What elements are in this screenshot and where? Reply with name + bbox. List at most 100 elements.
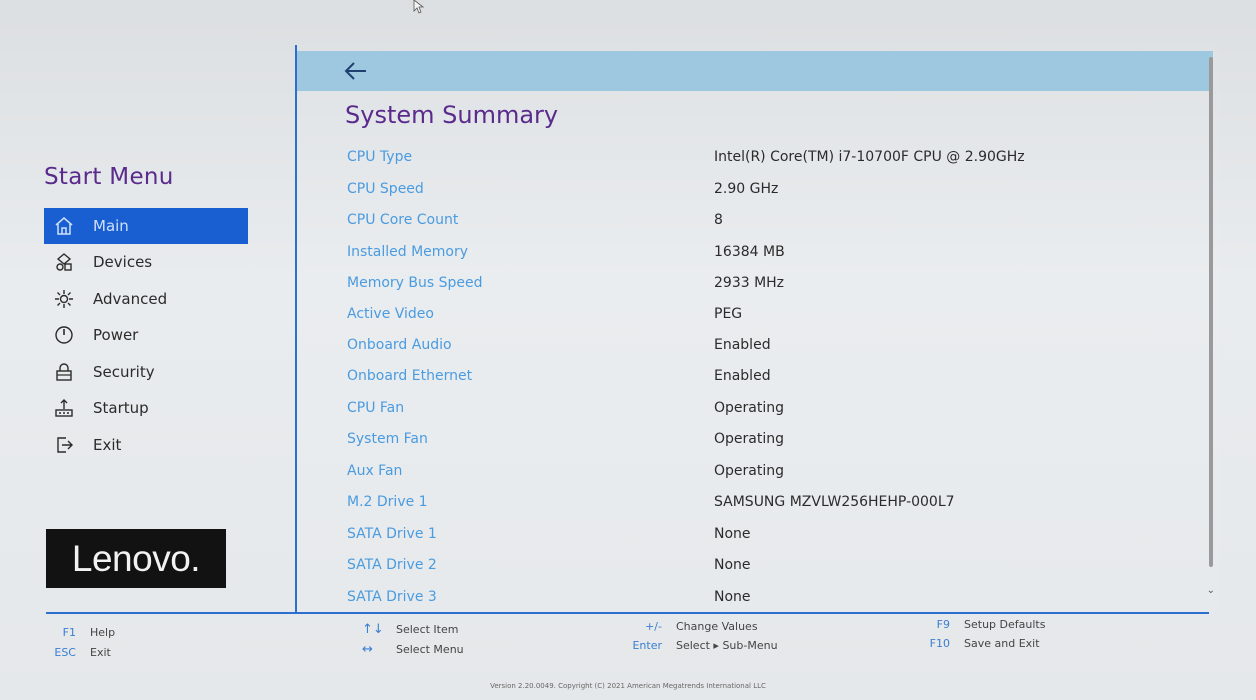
list-item[interactable]: Installed Memory 16384 MB <box>297 244 1197 268</box>
sidebar-menu: Main Devices Advanced Power Security Sta… <box>44 208 248 463</box>
hotkey-desc: Change Values <box>676 620 758 633</box>
row-label: Onboard Ethernet <box>347 368 473 384</box>
list-item[interactable]: Onboard Audio Enabled <box>297 337 1197 361</box>
row-value: Enabled <box>714 337 771 353</box>
list-item[interactable]: CPU Speed 2.90 GHz <box>297 181 1197 205</box>
lock-icon <box>53 361 75 383</box>
hotkey-sub-menu: Enter Select ▸ Sub-Menu <box>628 639 778 652</box>
sidebar-item-label: Security <box>93 362 155 381</box>
sidebar-item-devices[interactable]: Devices <box>44 244 248 281</box>
hotkey-desc: Select Menu <box>396 643 464 656</box>
row-label: Installed Memory <box>347 243 469 260</box>
row-label: CPU Type <box>347 149 413 165</box>
sidebar-item-power[interactable]: Power <box>44 317 248 354</box>
sidebar-item-startup[interactable]: Startup <box>44 390 248 427</box>
footer-divider <box>46 612 1209 614</box>
sidebar-item-label: Devices <box>93 253 153 272</box>
row-label: CPU Fan <box>347 399 405 416</box>
panel-header <box>297 51 1213 91</box>
list-item[interactable]: M.2 Drive 1 SAMSUNG MZVLW256HEHP-000L7 <box>297 494 1197 518</box>
left-right-arrows-icon: ↔ <box>362 642 373 657</box>
mouse-cursor-icon <box>413 0 425 14</box>
hotkey-desc: Exit <box>90 646 111 659</box>
row-label: Onboard Audio <box>347 337 452 353</box>
hotkey-select-item: ↑↓ Select Item <box>362 622 458 637</box>
list-item[interactable]: System Fan Operating <box>297 431 1197 455</box>
hotkey-key: F1 <box>62 626 76 639</box>
row-value: SAMSUNG MZVLW256HEHP-000L7 <box>714 494 955 510</box>
page-title: System Summary <box>345 101 559 129</box>
list-item[interactable]: SATA Drive 3 None <box>297 589 1197 609</box>
list-item[interactable]: Onboard Ethernet Enabled <box>297 368 1197 392</box>
row-label: System Fan <box>347 431 428 447</box>
hotkey-save-exit: F10 Save and Exit <box>916 637 1040 650</box>
power-icon <box>53 324 75 346</box>
back-arrow-icon[interactable] <box>343 59 369 83</box>
sidebar-item-label: Startup <box>93 399 149 418</box>
sidebar-item-label: Main <box>93 217 129 235</box>
lenovo-logo: Lenovo. <box>46 529 226 588</box>
scrollbar[interactable] <box>1209 57 1213 567</box>
row-value: 2933 MHz <box>714 275 785 291</box>
hotkey-help: F1 Help <box>42 626 115 639</box>
row-label: SATA Drive 1 <box>347 525 437 542</box>
hotkey-key: F10 <box>929 637 950 650</box>
row-value: 8 <box>714 212 723 228</box>
row-value: Operating <box>714 462 784 479</box>
sidebar: Start Menu Main Devices Advanced Power S… <box>0 0 296 612</box>
row-value: 2.90 GHz <box>714 180 779 197</box>
row-value: 16384 MB <box>714 243 785 260</box>
hotkey-desc: Select Item <box>396 623 459 636</box>
hotkey-key: F9 <box>936 618 950 631</box>
sidebar-item-exit[interactable]: Exit <box>44 427 248 464</box>
sidebar-item-label: Exit <box>93 435 122 454</box>
row-label: M.2 Drive 1 <box>347 494 428 510</box>
devices-icon <box>53 251 75 273</box>
list-item[interactable]: CPU Type Intel(R) Core(TM) i7-10700F CPU … <box>297 149 1197 173</box>
list-item[interactable]: SATA Drive 1 None <box>297 526 1197 550</box>
hotkey-key: +/- <box>645 620 662 633</box>
hotkey-key: Enter <box>632 639 662 652</box>
hotkey-change-values: +/- Change Values <box>628 620 758 633</box>
sidebar-item-main[interactable]: Main <box>44 208 248 244</box>
row-label: SATA Drive 3 <box>347 588 437 605</box>
system-summary-panel: System Summary CPU Type Intel(R) Core(TM)… <box>295 45 1219 612</box>
row-value: None <box>714 525 751 542</box>
list-item[interactable]: CPU Core Count 8 <box>297 212 1197 236</box>
row-value: Enabled <box>714 368 771 384</box>
row-label: CPU Speed <box>347 180 424 197</box>
row-label: SATA Drive 2 <box>347 557 437 573</box>
list-item[interactable]: SATA Drive 2 None <box>297 557 1197 581</box>
start-menu-title: Start Menu <box>44 164 174 190</box>
hotkey-select-menu: ↔ Select Menu <box>362 642 464 657</box>
list-item[interactable]: Memory Bus Speed 2933 MHz <box>297 275 1197 299</box>
row-value: None <box>714 557 751 573</box>
list-item[interactable]: Aux Fan Operating <box>297 463 1197 487</box>
hotkey-exit: ESC Exit <box>42 646 111 659</box>
hotkey-key: ESC <box>54 646 76 659</box>
startup-icon <box>53 397 75 419</box>
sidebar-item-label: Power <box>93 326 139 345</box>
sidebar-item-security[interactable]: Security <box>44 354 248 391</box>
home-icon <box>53 215 75 237</box>
logo-text: Lenovo. <box>71 537 201 579</box>
list-item[interactable]: Active Video PEG <box>297 306 1197 330</box>
row-value: Operating <box>714 431 784 447</box>
sidebar-item-advanced[interactable]: Advanced <box>44 281 248 318</box>
row-label: CPU Core Count <box>347 212 459 228</box>
list-item[interactable]: CPU Fan Operating <box>297 400 1197 424</box>
hotkey-desc: Select ▸ Sub-Menu <box>676 639 778 652</box>
sidebar-item-label: Advanced <box>93 289 168 308</box>
up-down-arrows-icon: ↑↓ <box>362 622 384 637</box>
hotkey-footer: F1 Help ESC Exit ↑↓ Select Item ↔ Select… <box>0 618 1256 700</box>
row-label: Aux Fan <box>347 462 403 479</box>
row-value: None <box>714 588 751 605</box>
row-value: PEG <box>714 306 743 322</box>
row-value: Operating <box>714 399 784 416</box>
scroll-down-icon[interactable]: ⌄ <box>1207 585 1215 596</box>
exit-icon <box>53 434 75 456</box>
advanced-icon <box>53 288 75 310</box>
hotkey-setup-defaults: F9 Setup Defaults <box>916 618 1046 631</box>
row-label: Active Video <box>347 306 434 322</box>
hotkey-desc: Help <box>90 626 116 639</box>
